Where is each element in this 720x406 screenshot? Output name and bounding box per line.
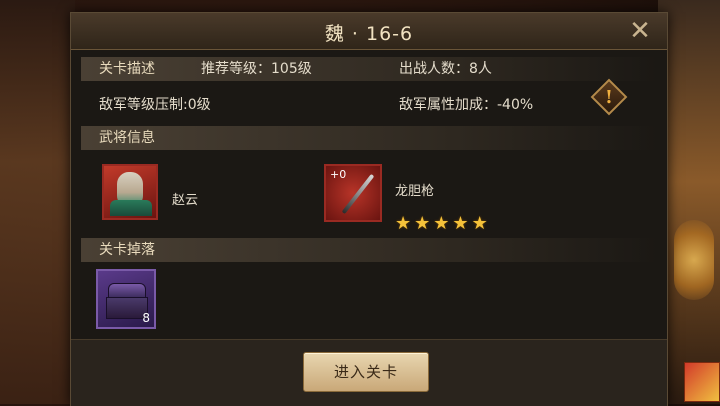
- spear-icon: [341, 173, 375, 215]
- star-icon: ★: [452, 213, 469, 234]
- weapon-name: 龙胆枪: [395, 184, 435, 199]
- general-armor: [110, 200, 152, 216]
- star-icon: ★: [433, 213, 450, 234]
- weapon-stars: ★ ★ ★ ★ ★: [395, 215, 488, 233]
- dialog-footer: 进入关卡: [71, 339, 667, 406]
- dialog-titlebar: 魏 · 16-6 ✕: [71, 13, 667, 50]
- background-chest: [684, 362, 720, 402]
- enemy-level-suppression: 敌军等级压制:0级: [99, 97, 211, 113]
- drop-item[interactable]: 8: [96, 269, 156, 329]
- battle-count: 出战人数：8人: [399, 61, 492, 77]
- section-label: 武将信息: [99, 130, 155, 146]
- enter-stage-button[interactable]: 进入关卡: [303, 352, 429, 392]
- close-button[interactable]: ✕: [625, 16, 655, 46]
- close-icon: ✕: [629, 16, 651, 46]
- star-icon: ★: [471, 213, 488, 234]
- section-label: 关卡掉落: [99, 242, 155, 258]
- weapon-icon[interactable]: +0: [324, 164, 382, 222]
- weapon-refine: +0: [330, 168, 347, 181]
- star-icon: ★: [395, 213, 412, 234]
- general-portrait[interactable]: [102, 164, 158, 220]
- exclamation-icon: !: [605, 86, 613, 108]
- general-name: 赵云: [172, 193, 199, 208]
- background-left: [0, 0, 75, 404]
- drop-count: 8: [142, 311, 150, 325]
- recommended-level: 推荐等级：105级: [201, 61, 312, 77]
- hint-button[interactable]: !: [590, 78, 628, 116]
- section-label: 关卡描述: [99, 61, 155, 77]
- section-header-generals: 武将信息: [81, 126, 657, 150]
- section-header-drops: 关卡掉落: [81, 238, 657, 262]
- background-glow: [674, 220, 714, 300]
- star-icon: ★: [414, 213, 431, 234]
- section-header-stage-desc: 关卡描述 推荐等级：105级 出战人数：8人: [81, 57, 657, 81]
- enemy-attr-bonus: 敌军属性加成：-40%: [399, 97, 534, 113]
- stage-info-dialog: 魏 · 16-6 ✕ 关卡描述 推荐等级：105级 出战人数：8人 敌军等级压制…: [70, 12, 668, 406]
- dialog-title: 魏 · 16-6: [324, 23, 414, 45]
